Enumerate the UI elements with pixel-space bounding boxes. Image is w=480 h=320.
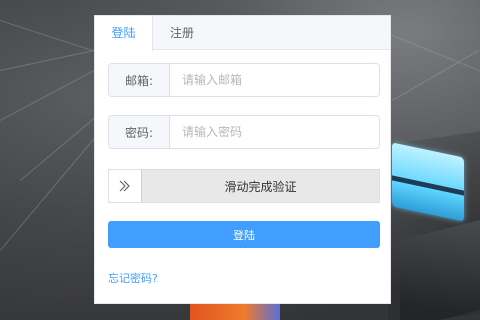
slide-verify: 滑动完成验证 (108, 169, 380, 203)
email-input[interactable] (170, 64, 379, 96)
email-label: 邮箱: (109, 64, 170, 96)
password-input[interactable] (170, 116, 379, 148)
login-button[interactable]: 登陆 (108, 221, 380, 248)
password-field: 密码: (108, 115, 380, 149)
auth-tabs: 登陆 注册 (95, 16, 390, 51)
password-label: 密码: (109, 116, 170, 148)
tab-login[interactable]: 登陆 (95, 16, 153, 51)
login-card: 登陆 注册 邮箱: 密码: 滑动完成验证 登陆 忘记密码? (94, 15, 391, 304)
double-chevron-right-icon (119, 180, 130, 192)
email-field: 邮箱: (108, 63, 380, 97)
slider-handle[interactable] (109, 170, 142, 202)
tab-register[interactable]: 注册 (153, 16, 211, 50)
slider-text: 滑动完成验证 (224, 179, 297, 194)
forgot-password-link[interactable]: 忘记密码? (108, 270, 158, 286)
